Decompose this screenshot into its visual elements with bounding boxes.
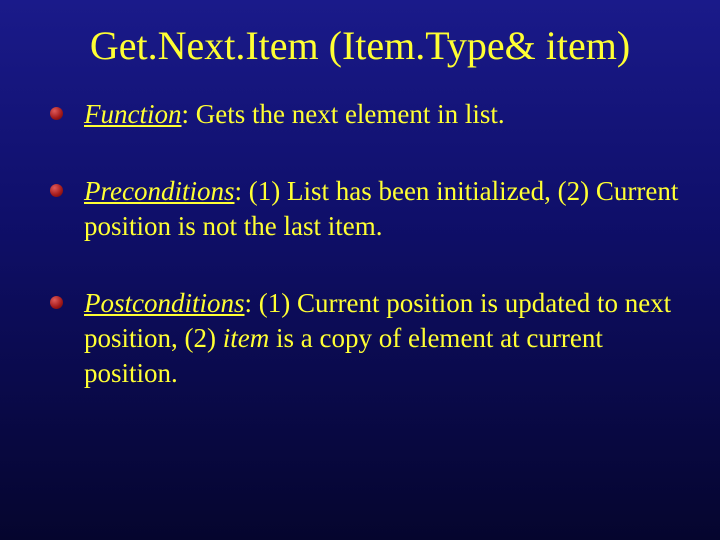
bullet-item-postconditions: Postconditions: (1) Current position is … <box>50 286 680 391</box>
bullet-italic-word: item <box>223 323 270 353</box>
bullet-item-preconditions: Preconditions: (1) List has been initial… <box>50 174 680 244</box>
bullet-label: Postconditions <box>84 288 245 318</box>
bullet-icon <box>50 184 63 197</box>
bullet-item-function: Function: Gets the next element in list. <box>50 97 680 132</box>
slide-title: Get.Next.Item (Item.Type& item) <box>40 22 680 69</box>
bullet-label: Function <box>84 99 181 129</box>
bullet-text: : Gets the next element in list. <box>181 99 504 129</box>
bullet-list: Function: Gets the next element in list.… <box>40 97 680 392</box>
bullet-icon <box>50 296 63 309</box>
bullet-label: Preconditions <box>84 176 234 206</box>
slide: Get.Next.Item (Item.Type& item) Function… <box>0 0 720 540</box>
bullet-icon <box>50 107 63 120</box>
